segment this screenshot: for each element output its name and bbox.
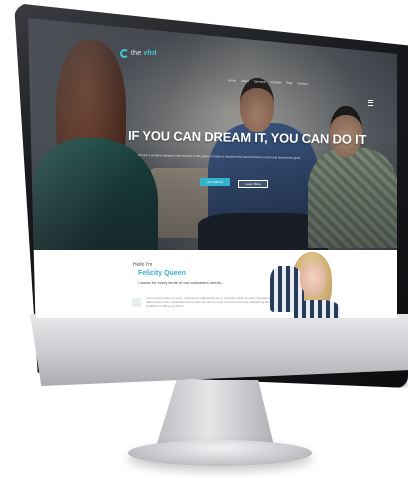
- portrait-shirt: [294, 300, 340, 318]
- monitor-stand-base: [128, 440, 312, 466]
- about-section: Hello I'm Felicity Queen I works for eve…: [28, 250, 397, 318]
- nav-item-contact[interactable]: Contact: [297, 81, 308, 85]
- logo-accent-text: vfrd: [143, 49, 157, 57]
- get-started-button[interactable]: Get Started: [200, 178, 230, 186]
- about-name: Felicity Queen: [138, 270, 186, 277]
- nav-item-portfolio[interactable]: Portfolio: [270, 80, 281, 84]
- imac-monitor: the vfrd Home About Services Portfolio B…: [0, 0, 411, 478]
- learn-more-button[interactable]: Learn More: [238, 180, 268, 188]
- profile-portrait: [264, 250, 344, 318]
- circle-logo-icon: [120, 48, 129, 58]
- nav-item-home[interactable]: Home: [228, 78, 236, 82]
- nav-item-about[interactable]: About: [241, 79, 249, 83]
- nav-item-blog[interactable]: Blog: [286, 81, 292, 85]
- about-tagline: I works for every kinds of our customers…: [138, 280, 225, 285]
- site-logo[interactable]: the vfrd: [120, 48, 157, 58]
- hero-section: the vfrd Home About Services Portfolio B…: [28, 18, 397, 263]
- hamburger-menu-icon[interactable]: [368, 100, 373, 106]
- nav-item-services[interactable]: Services: [254, 79, 266, 83]
- monitor-screen: the vfrd Home About Services Portfolio B…: [28, 18, 397, 318]
- portrait-face: [300, 262, 326, 296]
- about-greeting: Hello I'm: [133, 262, 153, 268]
- quote-mark-icon: [132, 298, 141, 307]
- logo-text: the: [131, 49, 142, 57]
